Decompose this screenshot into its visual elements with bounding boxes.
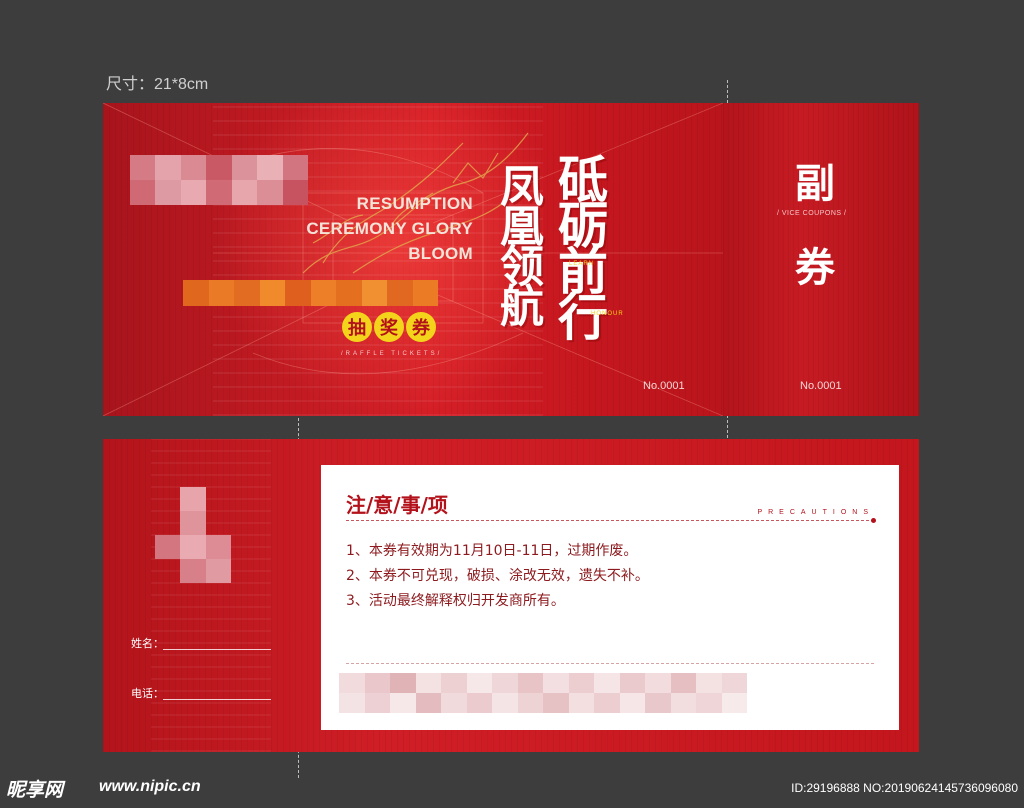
english-title-line-2: CEREMONY GLORY: [306, 219, 473, 238]
tiny-label-learn: LEARN: [569, 261, 595, 267]
phone-field[interactable]: [163, 699, 271, 700]
raffle-char-1: 抽: [342, 312, 372, 342]
notice-title: 注/意/事/项: [346, 493, 448, 517]
english-title-line-3: BLOOM: [408, 244, 473, 263]
english-title-line-1: RESUMPTION: [356, 194, 473, 213]
raffle-char-2: 奖: [374, 312, 404, 342]
notice-panel: 注/意/事/项 PRECAUTIONS 1、本券有效期为11月10日-11日，过…: [321, 465, 899, 730]
raffle-badge: 抽 奖 券: [342, 312, 436, 342]
stub-char-top: 副: [795, 161, 835, 207]
calligraphy-right: 砥砺前行: [550, 153, 609, 337]
phone-label: 电话：: [131, 687, 164, 700]
blurred-slogan-area: [183, 280, 438, 306]
blurred-logo-area: [130, 155, 308, 205]
notice-separator: [346, 663, 874, 664]
name-label: 姓名：: [131, 637, 164, 650]
english-title: RESUMPTION CEREMONY GLORY BLOOM: [306, 191, 473, 266]
raffle-char-3: 券: [406, 312, 436, 342]
calligraphy-left: 凤凰领航: [492, 163, 543, 323]
blurred-contact-area: [339, 673, 747, 713]
back-frame-graphic: [151, 439, 271, 752]
notice-item: 1、本券有效期为11月10日-11日，过期作废。: [346, 543, 638, 559]
notice-divider: [346, 520, 874, 521]
watermark-url[interactable]: www.nipic.cn: [99, 778, 201, 796]
raffle-subtitle: /RAFFLE TICKETS/: [341, 351, 443, 357]
notice-english-title: PRECAUTIONS: [757, 509, 874, 516]
size-label: 尺寸：21*8cm: [106, 76, 209, 93]
name-field[interactable]: [163, 649, 271, 650]
ticket-back: 姓名： 电话： 注/意/事/项 PRECAUTIONS 1、本券有效期为11月1…: [103, 439, 919, 752]
ticket-front: RESUMPTION CEREMONY GLORY BLOOM 抽 奖 券 /R…: [103, 103, 919, 416]
tiny-label-honour: HONOUR: [591, 311, 624, 317]
watermark-id: ID:29196888 NO:20190624145736096080: [791, 781, 1018, 795]
notice-divider-dot: [871, 518, 876, 523]
notice-item: 2、本券不可兑现，破损、涂改无效，遗失不补。: [346, 568, 649, 584]
blurred-logo-area: [155, 487, 231, 583]
ticket-number: No.0001: [643, 380, 685, 392]
stub-char-bottom: 券: [795, 245, 835, 291]
watermark-logo: 昵享网: [6, 779, 64, 801]
stub-number: No.0001: [800, 380, 842, 392]
stub-subtitle: / VICE COUPONS /: [777, 210, 847, 217]
notice-item: 3、活动最终解释权归开发商所有。: [346, 593, 565, 609]
notice-list: 1、本券有效期为11月10日-11日，过期作废。 2、本券不可兑现，破损、涂改无…: [346, 539, 649, 614]
